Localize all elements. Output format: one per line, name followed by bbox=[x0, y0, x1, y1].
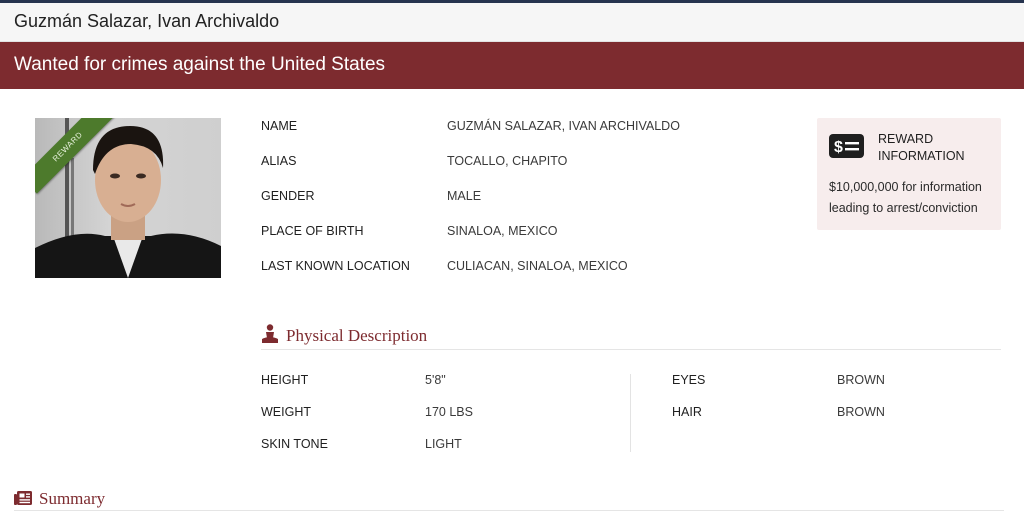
info-row-gender: GENDER MALE bbox=[261, 182, 721, 217]
info-value: MALE bbox=[447, 189, 482, 203]
physical-label: HEIGHT bbox=[261, 373, 309, 387]
physical-value: LIGHT bbox=[425, 437, 462, 451]
reward-description: $10,000,000 for information leading to a… bbox=[829, 180, 982, 215]
suspect-photo[interactable]: REWARD bbox=[35, 118, 221, 278]
info-label: ALIAS bbox=[261, 154, 297, 168]
physical-value: 5'8" bbox=[425, 373, 446, 387]
summary-heading: Summary bbox=[14, 486, 1004, 511]
physical-label: EYES bbox=[672, 373, 706, 387]
reward-title: REWARD INFORMATION bbox=[878, 132, 965, 163]
banner-text: Wanted for crimes against the United Sta… bbox=[14, 54, 386, 75]
physical-label: SKIN TONE bbox=[261, 437, 328, 451]
physical-row-hair: HAIR BROWN bbox=[672, 405, 992, 435]
physical-label: WEIGHT bbox=[261, 405, 311, 419]
info-row-name: NAME GUZMÁN SALAZAR, IVAN ARCHIVALDO bbox=[261, 112, 721, 147]
info-value: GUZMÁN SALAZAR, IVAN ARCHIVALDO bbox=[447, 119, 680, 133]
physical-description-title: Physical Description bbox=[286, 326, 428, 345]
physical-row-weight: WEIGHT 170 LBS bbox=[261, 405, 561, 435]
physical-value: BROWN bbox=[837, 373, 885, 387]
physical-label: HAIR bbox=[672, 405, 702, 419]
reward-info-box: $ REWARD INFORMATION $10,000,000 for inf… bbox=[817, 118, 1001, 230]
info-row-place-of-birth: PLACE OF BIRTH SINALOA, MEXICO bbox=[261, 217, 721, 252]
physical-row-eyes: EYES BROWN bbox=[672, 373, 992, 403]
info-label: LAST KNOWN LOCATION bbox=[261, 259, 410, 273]
physical-row-skin-tone: SKIN TONE LIGHT bbox=[261, 437, 561, 467]
summary-title: Summary bbox=[39, 489, 106, 508]
dollar-bill-icon: $ bbox=[829, 134, 864, 158]
info-value: SINALOA, MEXICO bbox=[447, 224, 558, 238]
person-icon bbox=[262, 324, 278, 343]
info-value: TOCALLO, CHAPITO bbox=[447, 154, 568, 168]
physical-value: BROWN bbox=[837, 405, 885, 419]
info-label: NAME bbox=[261, 119, 298, 133]
newspaper-icon bbox=[14, 491, 32, 505]
wanted-banner: Wanted for crimes against the United Sta… bbox=[0, 42, 1024, 89]
physical-value: 170 LBS bbox=[425, 405, 473, 419]
info-label: GENDER bbox=[261, 189, 315, 203]
info-label: PLACE OF BIRTH bbox=[261, 224, 364, 238]
physical-divider bbox=[630, 374, 631, 452]
physical-description-heading: Physical Description bbox=[261, 322, 1001, 350]
svg-text:$: $ bbox=[834, 139, 843, 156]
page-title: Guzmán Salazar, Ivan Archivaldo bbox=[14, 11, 280, 31]
info-row-last-known-location: LAST KNOWN LOCATION CULIACAN, SINALOA, M… bbox=[261, 252, 721, 287]
info-row-alias: ALIAS TOCALLO, CHAPITO bbox=[261, 147, 721, 182]
info-value: CULIACAN, SINALOA, MEXICO bbox=[447, 259, 628, 273]
page-header: Guzmán Salazar, Ivan Archivaldo bbox=[0, 3, 1024, 42]
physical-row-height: HEIGHT 5'8" bbox=[261, 373, 561, 403]
